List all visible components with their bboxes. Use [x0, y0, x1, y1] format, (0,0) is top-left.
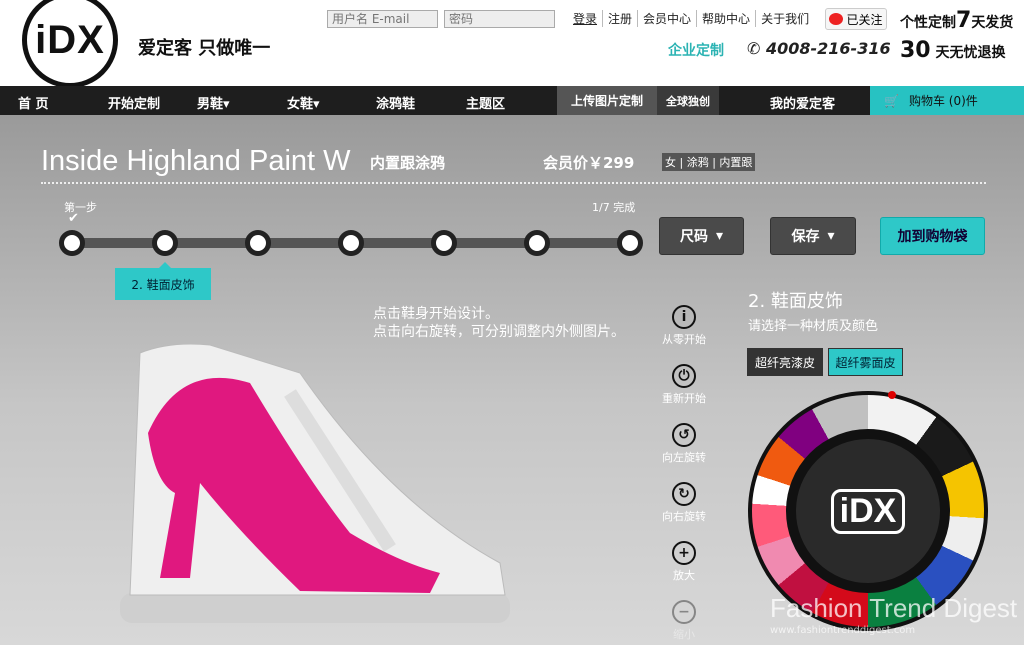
zoom-in-icon: + — [672, 541, 696, 565]
help-center-link[interactable]: 帮助中心 — [696, 10, 755, 27]
info-icon: i — [672, 305, 696, 329]
start-over-tool[interactable]: i 从零开始 — [652, 305, 716, 347]
rotate-right-tool[interactable]: ↻ 向右旋转 — [652, 482, 716, 524]
step-node-4[interactable] — [338, 230, 364, 256]
product-subtitle: 内置跟涂鸦 — [370, 154, 446, 172]
step-node-2[interactable] — [152, 230, 178, 256]
member-price: 会员价￥299 — [543, 154, 635, 172]
panel-subtitle: 请选择一种材质及颜色 — [748, 319, 879, 334]
add-to-bag-button[interactable]: 加到购物袋 — [880, 217, 985, 255]
zoom-out-tool[interactable]: − 缩小 — [652, 600, 716, 642]
current-step-label: 2. 鞋面皮饰 — [115, 262, 211, 300]
cart-button[interactable]: 🛒 购物车 (0)件 — [870, 86, 1024, 115]
product-title: Inside Highland Paint W — [41, 145, 351, 177]
watermark-url: www.fashiontrenddigest.com — [770, 625, 916, 636]
save-dropdown[interactable]: 保存 ▾ — [770, 217, 856, 255]
restart-tool[interactable]: ⏻ 重新开始 — [652, 364, 716, 406]
password-input[interactable] — [444, 10, 555, 28]
zoom-out-icon: − — [672, 600, 696, 624]
nav-start-custom[interactable]: 开始定制 — [108, 93, 160, 112]
panel-title: 2. 鞋面皮饰 — [748, 291, 843, 312]
rotate-right-icon: ↻ — [672, 482, 696, 506]
selected-color-marker — [888, 391, 896, 399]
slogan: 爱定客 只做唯一 — [138, 38, 271, 59]
customizer-area: Inside Highland Paint W 内置跟涂鸦 会员价￥299 女 … — [0, 115, 1024, 645]
promo-return: 30 天无忧退换 — [900, 38, 1006, 63]
step-node-1[interactable] — [59, 230, 85, 256]
register-link[interactable]: 注册 — [602, 10, 637, 27]
power-icon: ⏻ — [672, 364, 696, 388]
cart-icon: 🛒 — [884, 93, 899, 108]
weibo-icon — [829, 13, 844, 25]
caret-down-icon: ▾ — [715, 228, 724, 244]
member-center-link[interactable]: 会员中心 — [637, 10, 696, 27]
product-tags: 女 | 涂鸦 | 内置跟 — [662, 153, 756, 171]
phone-number: ✆ 4008-216-316 — [747, 39, 891, 58]
wheel-hub-logo: iDX — [786, 429, 950, 593]
nav-upload-custom[interactable]: 上传图片定制 — [557, 86, 657, 115]
divider — [41, 182, 986, 184]
step-node-3[interactable] — [245, 230, 271, 256]
top-links: 登录 注册 会员中心 帮助中心 关于我们 — [573, 10, 814, 27]
weibo-follow-button[interactable]: 已关注 — [825, 8, 887, 30]
idx-logo[interactable]: iDX — [22, 0, 118, 88]
step-progress: 1/7 完成 — [592, 201, 636, 214]
site-header: iDX 爱定客 只做唯一 登录 注册 会员中心 帮助中心 关于我们 已关注 企业… — [0, 0, 1024, 88]
watermark: Fashion Trend Digest — [770, 593, 1018, 623]
nav-home[interactable]: 首 页 — [18, 93, 49, 112]
nav-my-idx[interactable]: 我的爱定客 — [770, 93, 835, 112]
username-input[interactable] — [327, 10, 438, 28]
nav-global-badge: 全球独创 — [657, 86, 719, 115]
rotate-left-icon: ↺ — [672, 423, 696, 447]
nav-theme[interactable]: 主题区 — [466, 93, 505, 112]
phone-icon: ✆ — [747, 39, 761, 58]
rotate-left-tool[interactable]: ↺ 向左旋转 — [652, 423, 716, 465]
caret-down-icon: ▾ — [827, 228, 835, 244]
step-node-6[interactable] — [524, 230, 550, 256]
step-node-7[interactable] — [617, 230, 643, 256]
step-node-5[interactable] — [431, 230, 457, 256]
size-dropdown[interactable]: 尺码 ▾ — [659, 217, 744, 255]
check-icon: ✔ — [68, 211, 79, 226]
main-nav: 首 页 开始定制 男鞋▾ 女鞋▾ 涂鸦鞋 主题区 上传图片定制 全球独创 我的爱… — [0, 86, 1024, 115]
zoom-in-tool[interactable]: + 放大 — [652, 541, 716, 583]
nav-women-shoes[interactable]: 女鞋▾ — [287, 93, 320, 112]
shoe-sole[interactable] — [120, 593, 510, 623]
material-matte-button[interactable]: 超纤雾面皮 — [828, 348, 903, 376]
about-us-link[interactable]: 关于我们 — [755, 10, 814, 27]
promo-ship: 个性定制7天发货 — [900, 8, 1014, 33]
shoe-canvas[interactable] — [100, 333, 520, 633]
nav-men-shoes[interactable]: 男鞋▾ — [197, 93, 230, 112]
enterprise-link[interactable]: 企业定制 — [668, 40, 724, 60]
login-link[interactable]: 登录 — [573, 10, 602, 27]
nav-graffiti[interactable]: 涂鸦鞋 — [376, 93, 415, 112]
material-glossy-button[interactable]: 超纤亮漆皮 — [747, 348, 823, 376]
